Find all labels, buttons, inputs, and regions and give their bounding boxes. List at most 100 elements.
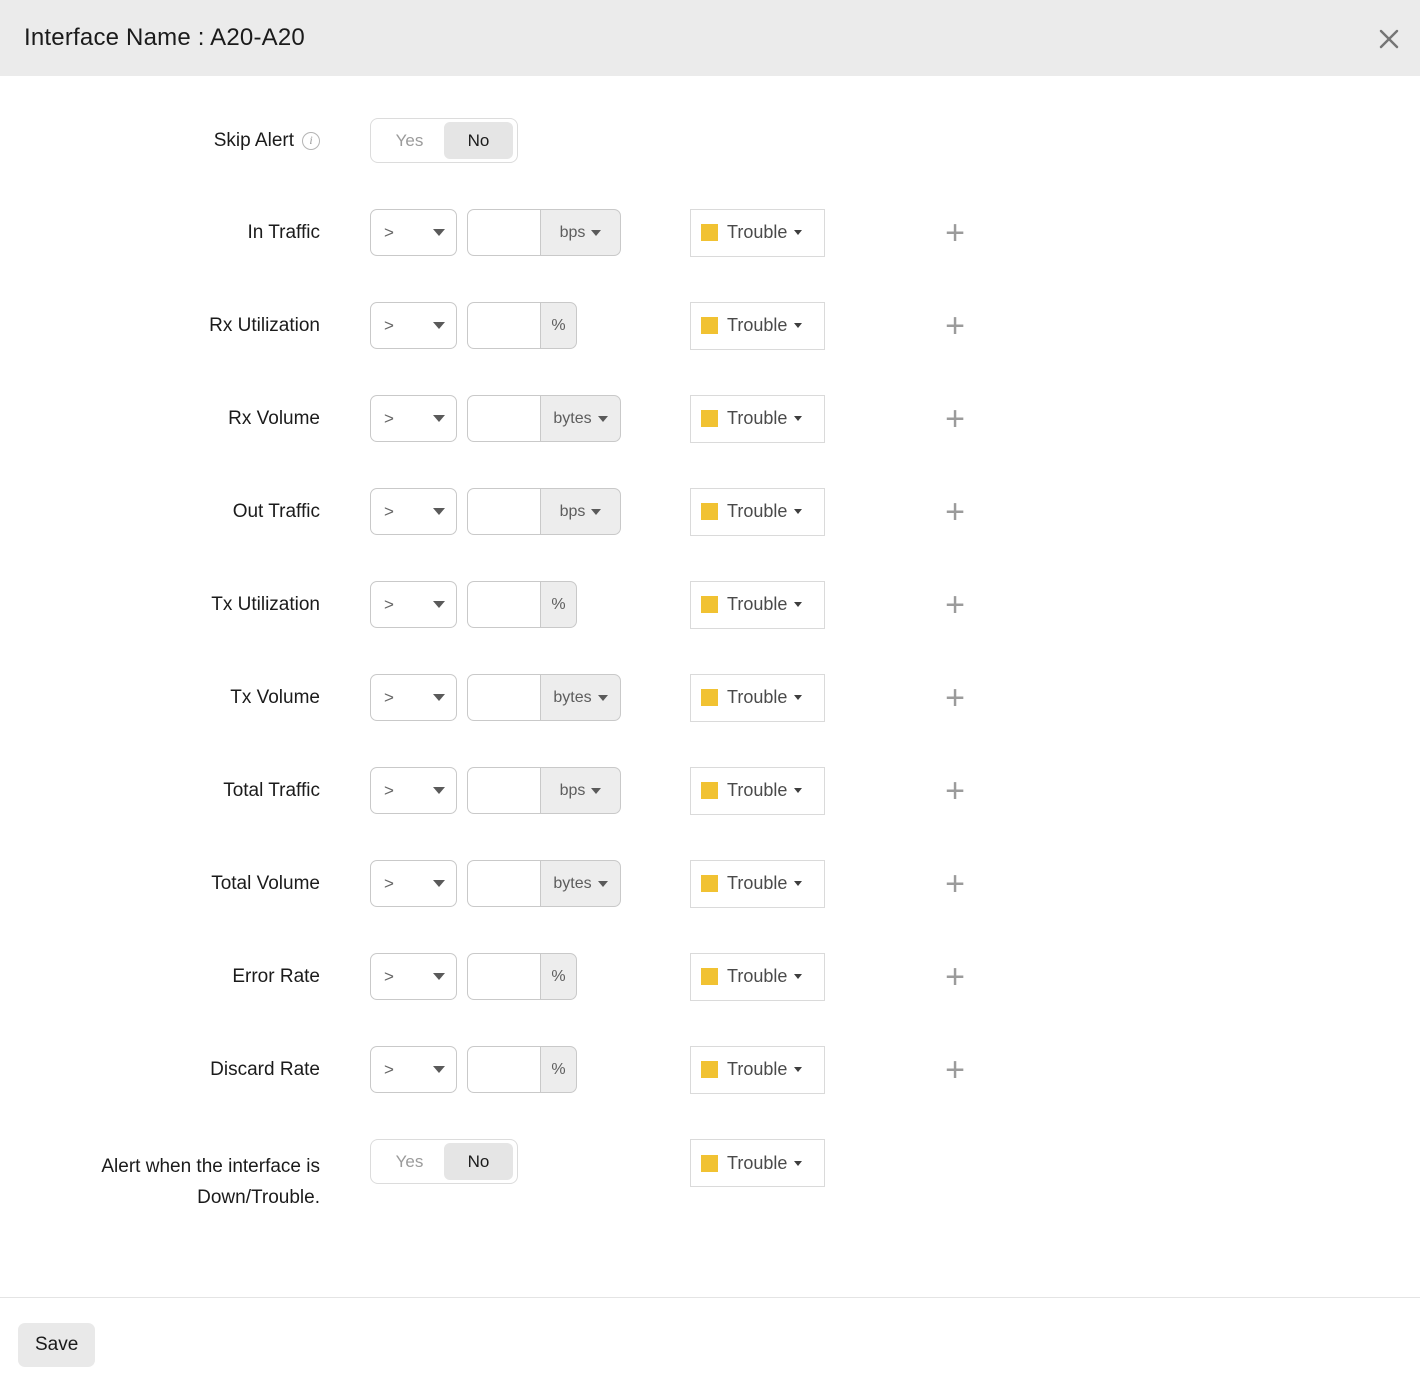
- skip-alert-toggle[interactable]: Yes No: [370, 118, 518, 163]
- down-alert-option-no[interactable]: No: [444, 1143, 513, 1180]
- add-condition-icon[interactable]: +: [942, 592, 968, 618]
- comparator-select[interactable]: >: [370, 302, 457, 349]
- info-icon[interactable]: i: [302, 132, 320, 150]
- comparator-select[interactable]: >: [370, 767, 457, 814]
- severity-select[interactable]: Trouble: [690, 581, 825, 629]
- add-condition-icon[interactable]: +: [942, 220, 968, 246]
- add-condition-icon[interactable]: +: [942, 871, 968, 897]
- add-condition-icon[interactable]: +: [942, 778, 968, 804]
- metric-row: Total Traffic > bps: [0, 767, 1420, 814]
- threshold-value-input[interactable]: [467, 674, 541, 721]
- comparator-value: >: [384, 595, 394, 615]
- unit-label: %: [551, 968, 565, 986]
- metric-label-cell: Rx Volume: [0, 408, 320, 430]
- threshold-value-input[interactable]: [467, 302, 541, 349]
- chevron-down-icon: [794, 974, 802, 979]
- threshold-value-input[interactable]: [467, 860, 541, 907]
- severity-color-swatch: [701, 1061, 718, 1078]
- comparator-value: >: [384, 223, 394, 243]
- severity-select[interactable]: Trouble: [690, 1139, 825, 1187]
- severity-select[interactable]: Trouble: [690, 1046, 825, 1094]
- comparator-value: >: [384, 1060, 394, 1080]
- chevron-down-icon: [794, 323, 802, 328]
- severity-color-swatch: [701, 782, 718, 799]
- chevron-down-icon: [433, 415, 445, 422]
- add-condition-icon[interactable]: +: [942, 313, 968, 339]
- threshold-value-input[interactable]: [467, 488, 541, 535]
- severity-select[interactable]: Trouble: [690, 860, 825, 908]
- metric-label: Tx Utilization: [211, 594, 320, 616]
- severity-label: Trouble: [727, 1153, 787, 1174]
- severity-select[interactable]: Trouble: [690, 953, 825, 1001]
- chevron-down-icon: [433, 322, 445, 329]
- skip-alert-option-yes[interactable]: Yes: [375, 122, 444, 159]
- metric-label: Total Traffic: [223, 780, 320, 802]
- threshold-value-input[interactable]: [467, 1046, 541, 1093]
- comparator-select[interactable]: >: [370, 674, 457, 721]
- severity-select[interactable]: Trouble: [690, 209, 825, 257]
- unit-select[interactable]: bps: [540, 767, 621, 814]
- add-condition-icon[interactable]: +: [942, 499, 968, 525]
- chevron-down-icon: [598, 881, 608, 887]
- interface-down-alert-row: Alert when the interface is Down/Trouble…: [0, 1139, 1420, 1213]
- save-button[interactable]: Save: [18, 1323, 95, 1367]
- severity-color-swatch: [701, 317, 718, 334]
- chevron-down-icon: [433, 508, 445, 515]
- dialog-header: Interface Name : A20-A20: [0, 0, 1420, 76]
- unit-select[interactable]: %: [540, 302, 577, 349]
- add-condition-icon[interactable]: +: [942, 406, 968, 432]
- comparator-select[interactable]: >: [370, 1046, 457, 1093]
- severity-select[interactable]: Trouble: [690, 488, 825, 536]
- metric-controls: > bps: [370, 488, 690, 535]
- severity-color-swatch: [701, 596, 718, 613]
- metric-label-cell: Total Traffic: [0, 780, 320, 802]
- severity-label: Trouble: [727, 780, 787, 801]
- comparator-value: >: [384, 316, 394, 336]
- unit-select[interactable]: bytes: [540, 395, 621, 442]
- down-alert-option-yes[interactable]: Yes: [375, 1143, 444, 1180]
- down-alert-toggle[interactable]: Yes No: [370, 1139, 518, 1184]
- unit-label: bps: [560, 782, 586, 800]
- threshold-value-input[interactable]: [467, 767, 541, 814]
- threshold-value-input[interactable]: [467, 209, 541, 256]
- unit-select[interactable]: bytes: [540, 860, 621, 907]
- unit-select[interactable]: %: [540, 1046, 577, 1093]
- comparator-select[interactable]: >: [370, 395, 457, 442]
- add-condition-icon[interactable]: +: [942, 1057, 968, 1083]
- severity-color-swatch: [701, 875, 718, 892]
- comparator-select[interactable]: >: [370, 488, 457, 535]
- add-condition-icon[interactable]: +: [942, 685, 968, 711]
- skip-alert-option-no[interactable]: No: [444, 122, 513, 159]
- unit-select[interactable]: bytes: [540, 674, 621, 721]
- chevron-down-icon: [794, 509, 802, 514]
- close-icon[interactable]: [1376, 26, 1402, 52]
- metric-row: Rx Utilization > %: [0, 302, 1420, 349]
- metric-rows-container: In Traffic > bps: [0, 209, 1420, 1093]
- comparator-value: >: [384, 502, 394, 522]
- unit-select[interactable]: bps: [540, 209, 621, 256]
- severity-color-swatch: [701, 1155, 718, 1172]
- comparator-select[interactable]: >: [370, 209, 457, 256]
- severity-label: Trouble: [727, 1059, 787, 1080]
- dialog-title: Interface Name : A20-A20: [24, 24, 305, 52]
- comparator-select[interactable]: >: [370, 860, 457, 907]
- unit-select[interactable]: bps: [540, 488, 621, 535]
- severity-label: Trouble: [727, 966, 787, 987]
- metric-label-cell: Tx Volume: [0, 687, 320, 709]
- comparator-select[interactable]: >: [370, 953, 457, 1000]
- comparator-select[interactable]: >: [370, 581, 457, 628]
- add-condition-icon[interactable]: +: [942, 964, 968, 990]
- severity-select[interactable]: Trouble: [690, 395, 825, 443]
- threshold-value-input[interactable]: [467, 953, 541, 1000]
- unit-select[interactable]: %: [540, 581, 577, 628]
- unit-select[interactable]: %: [540, 953, 577, 1000]
- metric-row: Total Volume > bytes: [0, 860, 1420, 907]
- severity-select[interactable]: Trouble: [690, 302, 825, 350]
- metric-row: Out Traffic > bps: [0, 488, 1420, 535]
- chevron-down-icon: [794, 881, 802, 886]
- severity-select[interactable]: Trouble: [690, 674, 825, 722]
- chevron-down-icon: [433, 1066, 445, 1073]
- threshold-value-input[interactable]: [467, 395, 541, 442]
- threshold-value-input[interactable]: [467, 581, 541, 628]
- severity-select[interactable]: Trouble: [690, 767, 825, 815]
